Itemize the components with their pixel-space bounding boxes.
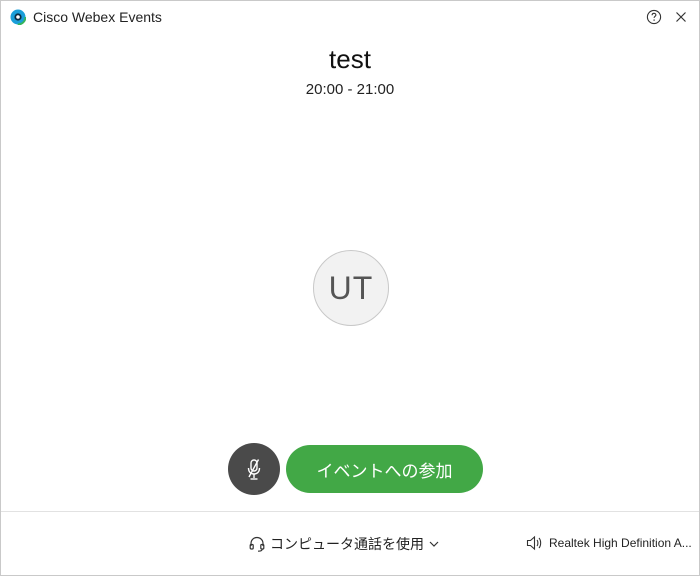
chevron-down-icon xyxy=(428,538,440,550)
audio-connection-dropdown[interactable]: コンピュータ通話を使用 xyxy=(248,534,440,554)
title-bar: Cisco Webex Events xyxy=(1,1,699,33)
join-event-button[interactable]: イベントへの参加 xyxy=(286,445,483,493)
app-title: Cisco Webex Events xyxy=(33,9,162,25)
webex-logo-icon xyxy=(10,9,26,25)
mute-microphone-button[interactable] xyxy=(228,443,280,495)
close-icon[interactable] xyxy=(673,9,689,25)
webex-events-window: Cisco Webex Events test 20:00 - 21:00 UT xyxy=(0,0,700,576)
speaker-icon xyxy=(525,534,543,552)
microphone-muted-icon xyxy=(244,458,264,480)
footer-divider xyxy=(1,511,699,512)
avatar-initials: UT xyxy=(328,269,374,306)
speaker-device-label: Realtek High Definition A... xyxy=(549,536,692,550)
avatar: UT xyxy=(313,250,389,326)
speaker-device-dropdown[interactable]: Realtek High Definition A... xyxy=(525,534,695,552)
event-time: 20:00 - 21:00 xyxy=(305,81,395,98)
audio-connection-label: コンピュータ通話を使用 xyxy=(270,536,424,552)
headset-icon xyxy=(248,535,266,553)
help-icon[interactable] xyxy=(646,9,662,25)
event-title: test xyxy=(329,44,371,74)
